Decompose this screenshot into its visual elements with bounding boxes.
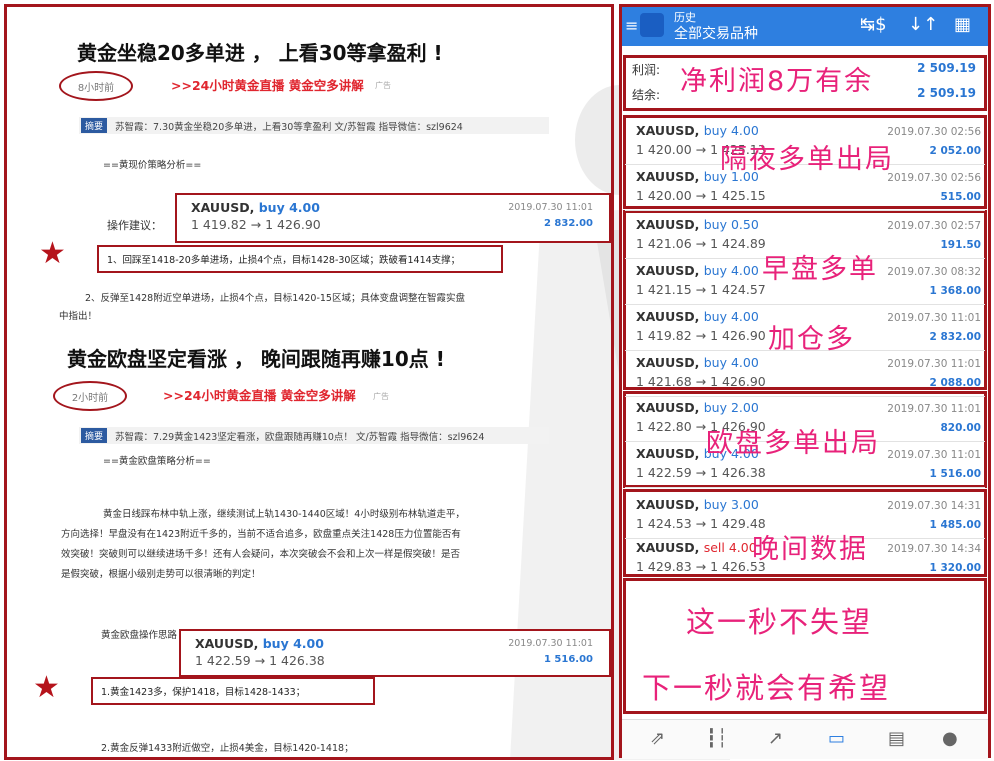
chat-icon[interactable]: ●: [942, 728, 958, 749]
strategy-label: 黄金欧盘操作思路: [101, 630, 178, 641]
summary-tag: 摘要: [81, 428, 108, 443]
overlay-evening: 晚间数据: [752, 534, 868, 565]
trade-card-date: 2019.07.30 11:01: [508, 638, 593, 649]
trade-card-profit: 1 516.00: [543, 654, 593, 665]
trade-icon[interactable]: ⇗: [650, 728, 665, 749]
post1-summary: 摘要 苏智霞：7.30黄金坐稳20多单进，上看30等拿盈利 文/苏智霞 指导微信…: [79, 117, 549, 134]
strategy-label: 操作建议：: [107, 219, 162, 232]
post2-step1: 1.黄金1423多，保护1418，目标1428-1433；: [91, 677, 375, 705]
trade-card-symbol: XAUUSD, buy 4.00: [195, 636, 324, 651]
summary-text: 苏智霞：7.29黄金1423坚定看涨，欧盘跟随再赚10点！ 文/苏智霞 指导微信…: [115, 431, 485, 443]
post2-para-line: 方向选择！早盘没有在1423附近千多的，当前不适合追多，欧盘重点关注1428压力…: [61, 529, 461, 540]
currency-filter-icon[interactable]: ↹$: [860, 14, 887, 35]
trade-card-symbol: XAUUSD, buy 4.00: [191, 200, 320, 215]
article-panel: 黄金坐稳20多单进 ， 上看30等拿盈利 ! 8小时前 >>24小时黄金直播 黄…: [4, 4, 614, 760]
profit-value: 2 509.19: [917, 61, 976, 75]
post1-step2-line2: 中指出！: [59, 311, 98, 322]
trade-card-price: 1 422.59 → 1 426.38: [195, 653, 325, 668]
post1-step1: 1、回踩至1418-20多单进场，止损4个点，目标1428-30区域；跌破看14…: [97, 245, 503, 273]
ad-label: 广告: [375, 81, 391, 90]
post2-trade-card: XAUUSD, buy 4.00 1 422.59 → 1 426.38 201…: [179, 629, 611, 677]
profit-label: 利润:: [632, 63, 661, 77]
overlay-slogan2: 下一秒就会有希望: [642, 671, 891, 705]
mobile-history-panel: ≡ 历史 全部交易品种 ↹$ ↓↑ ▦ 利润: 2 509.19 结余: 2 5…: [619, 4, 991, 759]
calendar-icon[interactable]: ▦: [954, 14, 971, 35]
summary-tag: 摘要: [81, 118, 108, 133]
bottom-nav: ⇗ ┇┆ ↗ ▭ ▤ ●: [622, 719, 988, 759]
post1-headline[interactable]: 黄金坐稳20多单进 ， 上看30等拿盈利 !: [77, 37, 443, 66]
post1-trade-card: XAUUSD, buy 4.00 1 419.82 → 1 426.90 201…: [175, 193, 611, 243]
header-title[interactable]: 全部交易品种: [674, 23, 758, 43]
trade-card-date: 2019.07.30 11:01: [508, 202, 593, 213]
post2-para-line: 黄金日线踩布林中轨上涨，继续测试上轨1430-1440区域！4小时级别布林轨道走…: [103, 509, 465, 520]
post2-para-line: 是假突破，根据小级别走势可以很清晰的判定！: [61, 569, 261, 580]
overlay-overnight: 隔夜多单出局: [720, 144, 894, 175]
overlay-net-profit: 净利润8万有余: [680, 66, 874, 97]
overlay-morning: 早盘多单: [762, 254, 878, 285]
post2-headline[interactable]: 黄金欧盘坚定看涨 ， 晚间跟随再赚10点 !: [67, 343, 445, 372]
post2-step2: 2.黄金反弹1433附近做空，止损4美金，目标1420-1418；: [101, 743, 354, 754]
ad-label: 广告: [373, 392, 389, 401]
post2-promo-link[interactable]: >>24小时黄金直播 黄金空多讲解: [163, 385, 356, 404]
analysis-title: ==黄现价策略分析==: [103, 160, 202, 171]
post1-step2-line1: 2、反弹至1428附近空单进场，止损4个点，目标1420-15区域；具体变盘调整…: [85, 293, 465, 304]
balance-label: 结余:: [632, 88, 661, 102]
post1-time: 8小时前: [59, 71, 133, 101]
menu-icon[interactable]: ≡: [625, 16, 638, 35]
post1-promo-link[interactable]: >>24小时黄金直播 黄金空多讲解: [171, 75, 364, 94]
history-icon[interactable]: ▭: [828, 728, 845, 749]
candles-icon[interactable]: ┇┆: [706, 728, 728, 749]
sort-icon[interactable]: ↓↑: [908, 14, 938, 35]
top-bar: ≡ 历史 全部交易品种 ↹$ ↓↑ ▦: [622, 7, 988, 46]
star-icon: ★: [33, 670, 60, 705]
star-icon: ★: [39, 236, 66, 271]
summary-text: 苏智霞：7.30黄金坐稳20多单进，上看30等拿盈利 文/苏智霞 指导微信：sz…: [115, 121, 463, 133]
chart-icon[interactable]: ↗: [768, 728, 783, 749]
overlay-add-position: 加仓多: [768, 324, 855, 355]
trade-card-price: 1 419.82 → 1 426.90: [191, 217, 321, 232]
analysis-title: ==黄金欧盘策略分析==: [103, 456, 211, 467]
overlay-europe: 欧盘多单出局: [706, 428, 880, 459]
post2-time: 2小时前: [53, 381, 127, 411]
overlay-slogan1: 这一秒不失望: [686, 605, 873, 639]
news-icon[interactable]: ▤: [888, 728, 905, 749]
post2-para-line: 效突破！突破则可以继续进场千多！还有人会疑问，本次突破会不会和上次一样是假突破！…: [61, 549, 461, 560]
app-logo-icon: [640, 13, 664, 37]
trade-card-profit: 2 832.00: [543, 218, 593, 229]
trade-row[interactable]: XAUUSD, buy 4.00 1 421.68 → 1 426.90 201…: [625, 350, 985, 397]
post2-summary: 摘要 苏智霞：7.29黄金1423坚定看涨，欧盘跟随再赚10点！ 文/苏智霞 指…: [79, 427, 549, 444]
balance-value: 2 509.19: [917, 86, 976, 100]
